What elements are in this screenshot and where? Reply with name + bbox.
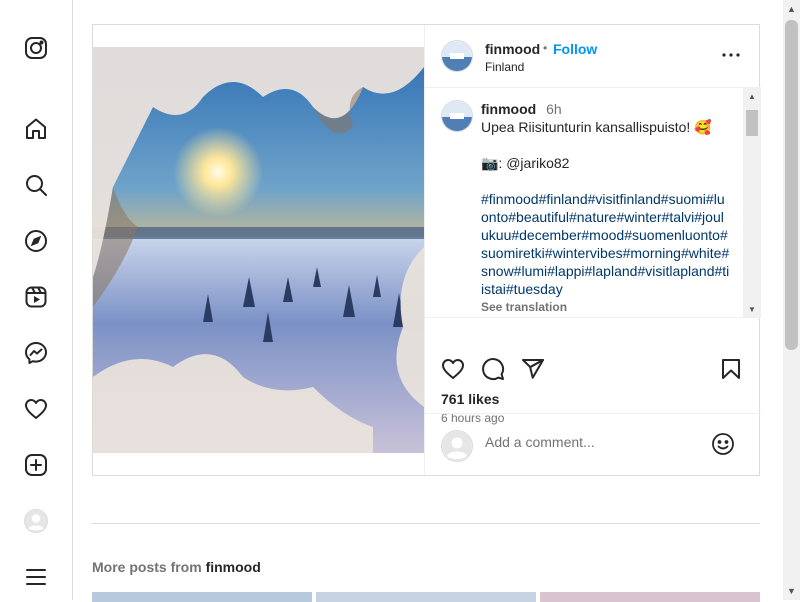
more-posts-username[interactable]: finmood: [206, 559, 261, 575]
scroll-down-arrow[interactable]: ▼: [748, 305, 756, 314]
more-posts-heading: More posts from finmood: [92, 559, 261, 575]
main-content: finmood • Follow Finland finmood 6h Upea…: [73, 0, 783, 602]
post-location[interactable]: Finland: [485, 60, 524, 74]
more-post-thumbnail[interactable]: [316, 592, 536, 602]
save-icon[interactable]: [719, 357, 743, 381]
follow-separator: •: [543, 41, 548, 55]
photo-credit: 📷: @jariko82: [481, 155, 570, 171]
caption-body: Upea Riisitunturin kansallispuisto! 🥰: [481, 119, 712, 135]
commenter-avatar: [441, 430, 473, 462]
likes-count[interactable]: 761 likes: [441, 391, 499, 407]
menu-icon[interactable]: [24, 565, 48, 589]
page-scroll-up-arrow[interactable]: ▲: [787, 4, 796, 14]
caption-area: finmood 6h Upea Riisitunturin kansallisp…: [425, 88, 761, 318]
comment-icon[interactable]: [481, 357, 505, 381]
scroll-up-arrow[interactable]: ▲: [748, 92, 756, 101]
create-icon[interactable]: [24, 453, 48, 477]
caption-scrollbar[interactable]: ▲ ▼: [743, 88, 761, 317]
search-icon[interactable]: [24, 173, 48, 197]
more-posts-prefix: More posts from: [92, 559, 202, 575]
emoji-icon[interactable]: [711, 432, 735, 456]
comment-input[interactable]: [485, 430, 695, 454]
page-scroll-down-arrow[interactable]: ▼: [787, 586, 796, 596]
share-icon[interactable]: [521, 357, 545, 381]
profile-avatar[interactable]: [24, 509, 48, 533]
section-divider: [92, 523, 760, 524]
hashtags[interactable]: #finmood#finland#visitfinland#suomi#luon…: [481, 190, 731, 298]
caption-username[interactable]: finmood: [481, 101, 536, 117]
page-scroll-thumb[interactable]: [785, 20, 798, 350]
messenger-icon[interactable]: [24, 341, 48, 365]
more-post-thumbnail[interactable]: [92, 592, 312, 602]
notifications-icon[interactable]: [24, 397, 48, 421]
post-image[interactable]: [93, 47, 424, 453]
post-details-panel: finmood • Follow Finland finmood 6h Upea…: [424, 25, 761, 475]
instagram-icon[interactable]: [24, 36, 48, 60]
more-post-thumbnail[interactable]: [540, 592, 760, 602]
page-scrollbar[interactable]: ▲ ▼: [783, 0, 800, 600]
caption-text: finmood 6h Upea Riisitunturin kansallisp…: [481, 100, 731, 316]
more-options-icon[interactable]: [719, 47, 743, 63]
post-header: finmood • Follow Finland: [425, 25, 761, 88]
home-icon[interactable]: [24, 117, 48, 141]
post-card: finmood • Follow Finland finmood 6h Upea…: [92, 24, 761, 476]
caption-author-avatar[interactable]: [441, 100, 473, 132]
comment-composer: [425, 413, 761, 475]
author-username[interactable]: finmood: [485, 41, 540, 57]
caption-time: 6h: [546, 101, 562, 117]
explore-icon[interactable]: [24, 229, 48, 253]
follow-button[interactable]: Follow: [553, 41, 597, 57]
caption-scroll-thumb[interactable]: [746, 110, 758, 136]
sidebar-nav: [0, 0, 73, 600]
reels-icon[interactable]: [24, 285, 48, 309]
see-translation-link[interactable]: See translation: [481, 298, 731, 316]
like-icon[interactable]: [441, 357, 465, 381]
author-avatar[interactable]: [441, 40, 473, 72]
